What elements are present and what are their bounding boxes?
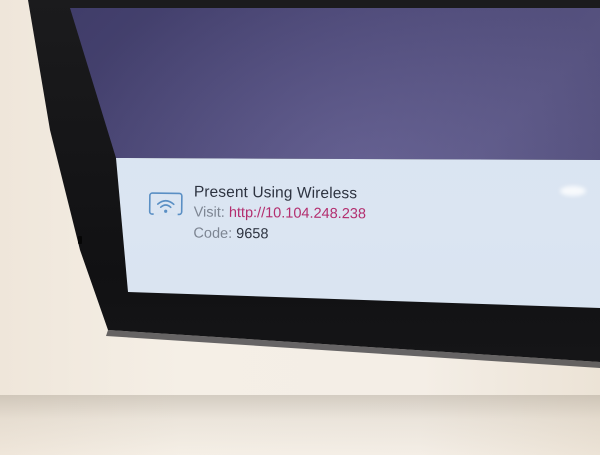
- code-line: Code: 9658: [193, 224, 553, 249]
- monitor-sensor: [78, 236, 82, 244]
- screen-glare: [560, 186, 586, 196]
- wireless-screen-cast-icon: [148, 190, 184, 218]
- banner-text: Present Using Wireless Visit: http://10.…: [193, 183, 554, 249]
- visit-url: http://10.104.248.238: [228, 204, 367, 223]
- code-value: 9658: [236, 225, 269, 243]
- wall-shadow: [0, 395, 600, 455]
- code-label: Code:: [193, 225, 233, 242]
- banner-content: Present Using Wireless Visit: http://10.…: [141, 182, 562, 286]
- visit-label: Visit:: [193, 204, 225, 221]
